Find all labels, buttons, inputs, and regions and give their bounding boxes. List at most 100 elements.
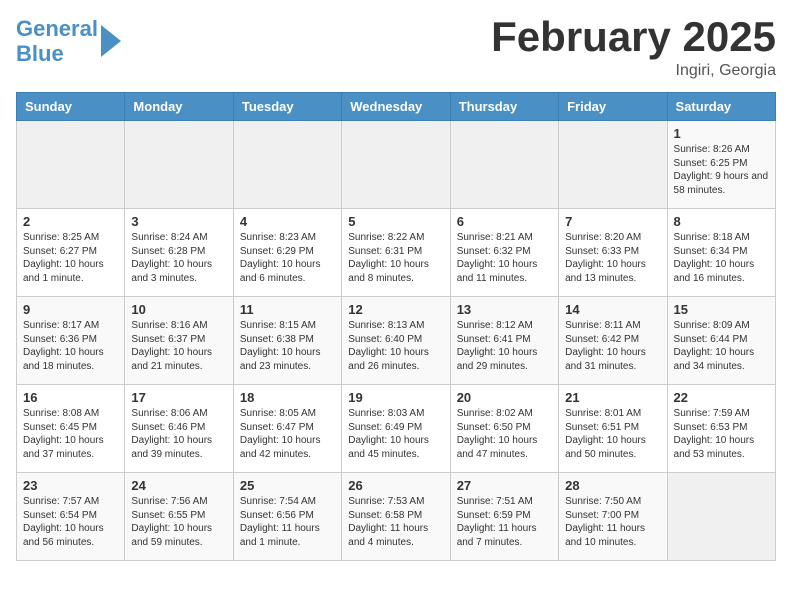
day-info: Sunrise: 7:54 AM Sunset: 6:56 PM Dayligh… (240, 495, 335, 549)
day-info: Sunrise: 8:20 AM Sunset: 6:33 PM Dayligh… (565, 231, 660, 285)
col-header-thursday: Thursday (450, 93, 558, 121)
day-number: 17 (131, 390, 226, 405)
day-number: 28 (565, 478, 660, 493)
day-info: Sunrise: 7:57 AM Sunset: 6:54 PM Dayligh… (23, 495, 118, 549)
day-number: 8 (674, 214, 769, 229)
day-number: 2 (23, 214, 118, 229)
day-number: 20 (457, 390, 552, 405)
calendar-day: 8 Sunrise: 8:18 AM Sunset: 6:34 PM Daylig… (667, 209, 775, 297)
day-info: Sunrise: 8:26 AM Sunset: 6:25 PM Dayligh… (674, 143, 769, 197)
day-info: Sunrise: 8:06 AM Sunset: 6:46 PM Dayligh… (131, 407, 226, 461)
day-info: Sunrise: 8:08 AM Sunset: 6:45 PM Dayligh… (23, 407, 118, 461)
calendar-day: 12 Sunrise: 8:13 AM Sunset: 6:40 PM Dayli… (342, 297, 450, 385)
calendar-day: 19 Sunrise: 8:03 AM Sunset: 6:49 PM Dayli… (342, 385, 450, 473)
col-header-friday: Friday (559, 93, 667, 121)
calendar-day (559, 121, 667, 209)
location: Ingiri, Georgia (491, 62, 776, 80)
day-number: 6 (457, 214, 552, 229)
calendar-week-0: 1 Sunrise: 8:26 AM Sunset: 6:25 PM Daylig… (17, 121, 776, 209)
day-number: 16 (23, 390, 118, 405)
day-number: 24 (131, 478, 226, 493)
calendar-day: 26 Sunrise: 7:53 AM Sunset: 6:58 PM Dayli… (342, 473, 450, 561)
day-number: 1 (674, 126, 769, 141)
day-number: 5 (348, 214, 443, 229)
col-header-tuesday: Tuesday (233, 93, 341, 121)
calendar-day: 15 Sunrise: 8:09 AM Sunset: 6:44 PM Dayli… (667, 297, 775, 385)
day-info: Sunrise: 8:03 AM Sunset: 6:49 PM Dayligh… (348, 407, 443, 461)
day-number: 18 (240, 390, 335, 405)
calendar-day: 4Sunrise: 8:23 AM Sunset: 6:29 PM Daylig… (233, 209, 341, 297)
day-number: 11 (240, 302, 335, 317)
day-info: Sunrise: 8:24 AM Sunset: 6:28 PM Dayligh… (131, 231, 226, 285)
calendar-week-1: 2 Sunrise: 8:25 AM Sunset: 6:27 PM Daylig… (17, 209, 776, 297)
logo: General Blue (16, 16, 121, 67)
day-number: 23 (23, 478, 118, 493)
day-info: Sunrise: 8:11 AM Sunset: 6:42 PM Dayligh… (565, 319, 660, 373)
day-number: 7 (565, 214, 660, 229)
calendar-day: 27 Sunrise: 7:51 AM Sunset: 6:59 PM Dayli… (450, 473, 558, 561)
day-info: Sunrise: 7:59 AM Sunset: 6:53 PM Dayligh… (674, 407, 769, 461)
day-number: 27 (457, 478, 552, 493)
day-number: 13 (457, 302, 552, 317)
calendar-day: 13 Sunrise: 8:12 AM Sunset: 6:41 PM Dayli… (450, 297, 558, 385)
calendar-day: 14 Sunrise: 8:11 AM Sunset: 6:42 PM Dayli… (559, 297, 667, 385)
day-number: 21 (565, 390, 660, 405)
calendar-day: 24 Sunrise: 7:56 AM Sunset: 6:55 PM Dayli… (125, 473, 233, 561)
day-info: Sunrise: 8:13 AM Sunset: 6:40 PM Dayligh… (348, 319, 443, 373)
logo-text: General Blue (16, 16, 98, 67)
days-of-week-row: SundayMondayTuesdayWednesdayThursdayFrid… (17, 93, 776, 121)
day-info: Sunrise: 8:22 AM Sunset: 6:31 PM Dayligh… (348, 231, 443, 285)
calendar-body: 1 Sunrise: 8:26 AM Sunset: 6:25 PM Daylig… (17, 121, 776, 561)
day-info: Sunrise: 8:01 AM Sunset: 6:51 PM Dayligh… (565, 407, 660, 461)
day-info: Sunrise: 7:53 AM Sunset: 6:58 PM Dayligh… (348, 495, 443, 549)
calendar-day: 10Sunrise: 8:16 AM Sunset: 6:37 PM Dayli… (125, 297, 233, 385)
calendar-day: 23 Sunrise: 7:57 AM Sunset: 6:54 PM Dayli… (17, 473, 125, 561)
calendar-day: 20 Sunrise: 8:02 AM Sunset: 6:50 PM Dayli… (450, 385, 558, 473)
calendar-table: SundayMondayTuesdayWednesdayThursdayFrid… (16, 92, 776, 561)
calendar-day: 16 Sunrise: 8:08 AM Sunset: 6:45 PM Dayli… (17, 385, 125, 473)
day-info: Sunrise: 8:09 AM Sunset: 6:44 PM Dayligh… (674, 319, 769, 373)
day-number: 19 (348, 390, 443, 405)
header-right: February 2025 Ingiri, Georgia (491, 16, 776, 80)
calendar-week-2: 9Sunrise: 8:17 AM Sunset: 6:36 PM Daylig… (17, 297, 776, 385)
calendar-day: 11 Sunrise: 8:15 AM Sunset: 6:38 PM Dayli… (233, 297, 341, 385)
col-header-sunday: Sunday (17, 93, 125, 121)
day-info: Sunrise: 8:18 AM Sunset: 6:34 PM Dayligh… (674, 231, 769, 285)
day-info: Sunrise: 8:23 AM Sunset: 6:29 PM Dayligh… (240, 231, 335, 285)
calendar-week-4: 23 Sunrise: 7:57 AM Sunset: 6:54 PM Dayli… (17, 473, 776, 561)
calendar-day: 21 Sunrise: 8:01 AM Sunset: 6:51 PM Dayli… (559, 385, 667, 473)
day-info: Sunrise: 7:51 AM Sunset: 6:59 PM Dayligh… (457, 495, 552, 549)
calendar-day (342, 121, 450, 209)
day-number: 25 (240, 478, 335, 493)
logo-arrow-icon (101, 25, 121, 57)
calendar-day: 25 Sunrise: 7:54 AM Sunset: 6:56 PM Dayli… (233, 473, 341, 561)
calendar-day (233, 121, 341, 209)
calendar-week-3: 16 Sunrise: 8:08 AM Sunset: 6:45 PM Dayli… (17, 385, 776, 473)
month-title: February 2025 (491, 16, 776, 58)
col-header-monday: Monday (125, 93, 233, 121)
calendar-day (450, 121, 558, 209)
calendar-day (667, 473, 775, 561)
day-info: Sunrise: 8:25 AM Sunset: 6:27 PM Dayligh… (23, 231, 118, 285)
calendar-day: 3 Sunrise: 8:24 AM Sunset: 6:28 PM Daylig… (125, 209, 233, 297)
day-number: 10 (131, 302, 226, 317)
day-number: 22 (674, 390, 769, 405)
day-info: Sunrise: 8:05 AM Sunset: 6:47 PM Dayligh… (240, 407, 335, 461)
calendar-day (17, 121, 125, 209)
day-info: Sunrise: 8:12 AM Sunset: 6:41 PM Dayligh… (457, 319, 552, 373)
day-info: Sunrise: 8:17 AM Sunset: 6:36 PM Dayligh… (23, 319, 118, 373)
day-info: Sunrise: 7:56 AM Sunset: 6:55 PM Dayligh… (131, 495, 226, 549)
day-number: 12 (348, 302, 443, 317)
day-info: Sunrise: 8:15 AM Sunset: 6:38 PM Dayligh… (240, 319, 335, 373)
day-number: 26 (348, 478, 443, 493)
day-info: Sunrise: 8:02 AM Sunset: 6:50 PM Dayligh… (457, 407, 552, 461)
calendar-day: 22 Sunrise: 7:59 AM Sunset: 6:53 PM Dayli… (667, 385, 775, 473)
col-header-wednesday: Wednesday (342, 93, 450, 121)
calendar-header: SundayMondayTuesdayWednesdayThursdayFrid… (17, 93, 776, 121)
day-number: 3 (131, 214, 226, 229)
day-number: 15 (674, 302, 769, 317)
calendar-day: 18 Sunrise: 8:05 AM Sunset: 6:47 PM Dayli… (233, 385, 341, 473)
calendar-day: 1 Sunrise: 8:26 AM Sunset: 6:25 PM Daylig… (667, 121, 775, 209)
calendar-day (125, 121, 233, 209)
day-number: 14 (565, 302, 660, 317)
